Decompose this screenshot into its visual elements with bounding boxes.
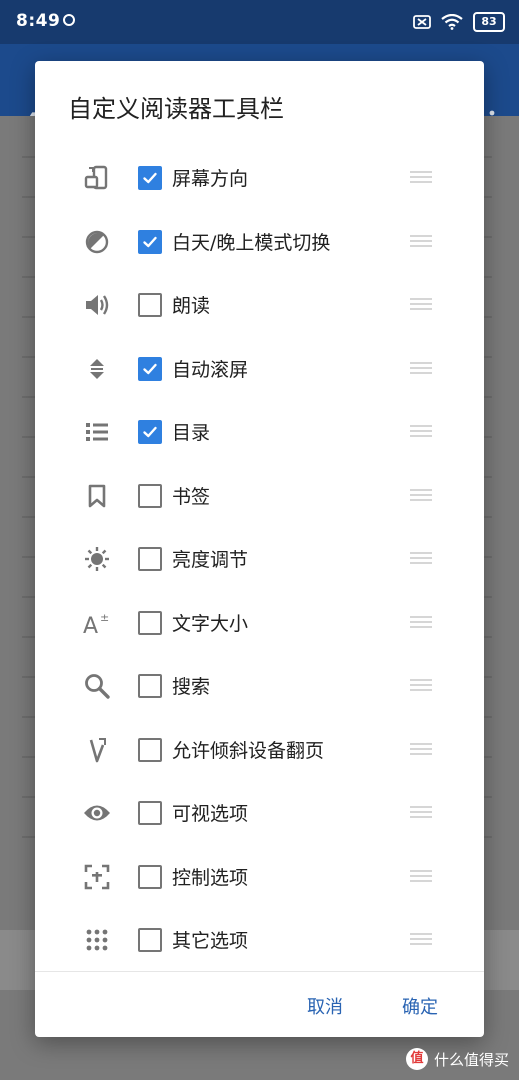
option-checkbox[interactable] bbox=[138, 737, 162, 762]
drag-handle-icon[interactable] bbox=[410, 615, 432, 631]
option-label: 书签 bbox=[172, 485, 211, 508]
wifi-icon bbox=[441, 14, 463, 30]
toolbar-option-row[interactable]: 亮度调节 bbox=[35, 527, 484, 590]
drag-handle-icon[interactable] bbox=[410, 869, 432, 885]
option-label: 可视选项 bbox=[172, 803, 249, 825]
eye-icon bbox=[81, 797, 113, 829]
option-label: 搜索 bbox=[172, 676, 211, 698]
bookmark-icon bbox=[81, 480, 113, 512]
toolbar-option-row[interactable]: 搜索 bbox=[35, 654, 484, 717]
drag-handle-icon[interactable] bbox=[410, 933, 432, 948]
status-icons: 83 bbox=[413, 12, 505, 32]
option-label: 亮度调节 bbox=[172, 549, 249, 571]
toolbar-option-row[interactable]: 白天/晚上模式切换 bbox=[35, 210, 484, 273]
drag-handle-icon[interactable] bbox=[410, 425, 432, 440]
svg-text:±: ± bbox=[100, 611, 109, 624]
ok-button[interactable]: 确定 bbox=[402, 993, 438, 1019]
drag-handle-icon[interactable] bbox=[410, 679, 432, 694]
toolbar-option-row[interactable]: 屏幕方向 bbox=[35, 146, 484, 209]
option-label: 目录 bbox=[172, 422, 211, 444]
sync-icon bbox=[63, 14, 75, 26]
dots-grid-icon bbox=[81, 924, 113, 956]
control-frame-icon bbox=[81, 861, 113, 893]
option-checkbox[interactable] bbox=[138, 864, 162, 889]
customize-toolbar-dialog: 自定义阅读器工具栏 屏幕方向 白天/晚上模式切换 朗读 自动滚屏 目录 书签 亮… bbox=[35, 61, 484, 1037]
toolbar-option-row[interactable]: 朗读 bbox=[35, 273, 484, 336]
toolbar-option-row[interactable]: 目录 bbox=[35, 400, 484, 463]
option-label: 文字大小 bbox=[172, 612, 249, 635]
toolbar-option-row[interactable]: 其它选项 bbox=[35, 908, 484, 971]
search-icon bbox=[81, 670, 113, 702]
status-bar: 8:49 83 bbox=[0, 0, 519, 44]
toolbar-option-row[interactable]: 允许倾斜设备翻页 bbox=[35, 718, 484, 781]
cancel-button[interactable]: 取消 bbox=[307, 993, 343, 1019]
toolbar-option-row[interactable]: 可视选项 bbox=[35, 781, 484, 844]
svg-text:A: A bbox=[83, 614, 98, 637]
toolbar-option-row[interactable]: 控制选项 bbox=[35, 845, 484, 908]
option-checkbox[interactable] bbox=[138, 674, 162, 698]
battery-indicator: 83 bbox=[473, 12, 505, 32]
dialog-divider bbox=[35, 971, 484, 972]
screen-rotation-icon bbox=[81, 162, 113, 194]
option-checkbox[interactable] bbox=[138, 166, 162, 190]
status-time: 8:49 bbox=[16, 11, 61, 31]
drag-handle-icon[interactable] bbox=[410, 552, 432, 567]
toolbar-option-row[interactable]: 书签 bbox=[35, 464, 484, 527]
watermark: 值 什么值得买 bbox=[405, 1048, 509, 1070]
drag-handle-icon[interactable] bbox=[410, 361, 432, 377]
option-label: 其它选项 bbox=[172, 930, 249, 952]
option-checkbox[interactable] bbox=[138, 420, 162, 444]
drag-handle-icon[interactable] bbox=[410, 171, 432, 186]
tilt-page-icon bbox=[81, 734, 113, 766]
option-label: 白天/晚上模式切换 bbox=[172, 231, 331, 254]
brightness-icon bbox=[81, 543, 113, 575]
option-label: 允许倾斜设备翻页 bbox=[172, 739, 325, 762]
list-icon bbox=[81, 416, 113, 448]
speaker-icon bbox=[81, 289, 113, 321]
watermark-badge: 值 bbox=[405, 1048, 428, 1070]
dialog-title: 自定义阅读器工具栏 bbox=[68, 95, 284, 123]
toolbar-option-row[interactable]: 自动滚屏 bbox=[35, 337, 484, 400]
day-night-toggle-icon bbox=[81, 226, 113, 258]
option-checkbox[interactable] bbox=[138, 610, 162, 635]
drag-handle-icon[interactable] bbox=[410, 298, 432, 313]
watermark-text: 什么值得买 bbox=[433, 1050, 509, 1069]
notification-off-icon bbox=[413, 15, 431, 29]
option-checkbox[interactable] bbox=[138, 229, 162, 254]
drag-handle-icon[interactable] bbox=[410, 234, 432, 250]
option-label: 控制选项 bbox=[172, 866, 249, 889]
drag-handle-icon[interactable] bbox=[410, 742, 432, 758]
option-checkbox[interactable] bbox=[138, 547, 162, 571]
option-checkbox[interactable] bbox=[138, 293, 162, 317]
toolbar-option-row[interactable]: A ± 文字大小 bbox=[35, 591, 484, 654]
option-checkbox[interactable] bbox=[138, 928, 162, 952]
option-checkbox[interactable] bbox=[138, 356, 162, 381]
option-label: 朗读 bbox=[172, 295, 211, 317]
auto-scroll-icon bbox=[81, 353, 113, 385]
option-label: 自动滚屏 bbox=[172, 358, 249, 381]
font-size-icon: A ± bbox=[81, 607, 113, 639]
option-checkbox[interactable] bbox=[138, 483, 162, 508]
option-checkbox[interactable] bbox=[138, 801, 162, 825]
drag-handle-icon[interactable] bbox=[410, 488, 432, 504]
option-label: 屏幕方向 bbox=[172, 168, 249, 190]
drag-handle-icon[interactable] bbox=[410, 806, 432, 821]
